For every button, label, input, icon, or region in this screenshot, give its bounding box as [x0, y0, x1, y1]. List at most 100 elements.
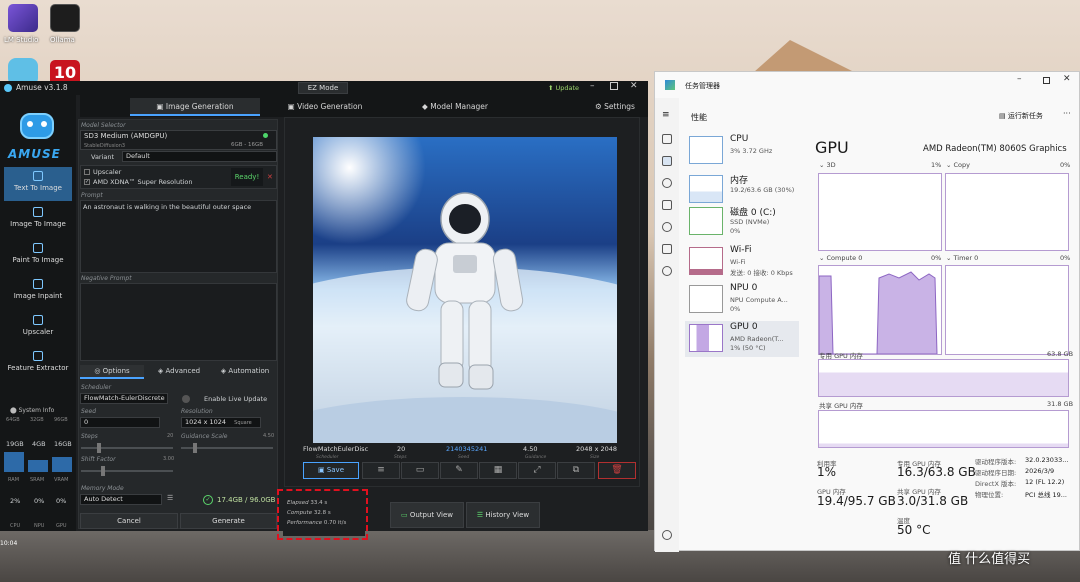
resource-memory[interactable]: 内存 19.2/63.6 GB (30%): [685, 172, 799, 208]
save-button[interactable]: ▣ Save: [303, 462, 359, 479]
ez-mode-button[interactable]: EZ Mode: [298, 82, 348, 94]
guidance-slider[interactable]: [181, 443, 273, 453]
settings-icon[interactable]: [662, 530, 672, 540]
variant-select[interactable]: Default: [122, 151, 277, 162]
maximize-button[interactable]: [610, 82, 618, 90]
tab-model-manager[interactable]: ◆ Model Manager: [390, 98, 520, 116]
prompt-input[interactable]: An astronaut is walking in the beautiful…: [80, 200, 277, 273]
run-new-task-button[interactable]: ▤ 运行新任务: [999, 111, 1043, 121]
performance-icon[interactable]: [662, 156, 672, 166]
result-size-label: Size: [590, 455, 600, 460]
model-selector[interactable]: SD3 Medium (AMDGPU) StableDiffusion3 6GB…: [80, 130, 277, 150]
copy-icon[interactable]: ⧉: [557, 462, 595, 479]
sidebar-item-upscaler[interactable]: Upscaler: [4, 311, 72, 345]
steps-slider[interactable]: [81, 443, 173, 453]
minimize-button[interactable]: –: [590, 81, 595, 91]
sidebar-item-feature-extractor[interactable]: Feature Extractor: [4, 347, 72, 381]
shared-mem-max: 31.8 GB: [1047, 400, 1074, 408]
sidebar-item-paint-to-image[interactable]: Paint To Image: [4, 239, 72, 273]
ollama-icon[interactable]: [50, 4, 80, 32]
processes-icon[interactable]: [662, 134, 672, 144]
edit-icon[interactable]: ✎: [440, 462, 478, 479]
tab-options[interactable]: ◎ Options: [80, 365, 144, 379]
upscaler-checkbox[interactable]: [84, 169, 90, 175]
startup-icon[interactable]: [662, 200, 672, 210]
film-icon[interactable]: ▦: [479, 462, 517, 479]
remove-upscaler-icon[interactable]: ✕: [267, 168, 273, 186]
gpu-usage: 0%: [56, 497, 67, 505]
negative-prompt-input[interactable]: [80, 283, 277, 361]
tab-automation[interactable]: ◈ Automation: [213, 365, 277, 379]
resource-npu[interactable]: NPU 0 NPU Compute A... 0%: [685, 282, 799, 318]
vram-usage: 17.4GB / 96.0GB: [217, 496, 276, 504]
result-seed[interactable]: 2140345241: [446, 445, 487, 453]
details-icon[interactable]: ≡: [362, 462, 400, 479]
graph-label-3d: ⌄ 3D: [819, 161, 836, 169]
lm-studio-icon[interactable]: [8, 4, 38, 32]
output-view-button[interactable]: ▭ Output View: [390, 502, 464, 528]
sidebar-item-image-inpaint[interactable]: Image Inpaint: [4, 275, 72, 309]
result-scheduler-label: Scheduler: [316, 455, 339, 460]
resource-gpu[interactable]: GPU 0 AMD Radeon(T... 1% (50 °C): [685, 321, 799, 357]
resource-disk[interactable]: 磁盘 0 (C:) SSD (NVMe) 0%: [685, 204, 799, 240]
sidebar-item-image-to-image[interactable]: Image To Image: [4, 203, 72, 237]
details-icon[interactable]: [662, 244, 672, 254]
more-options-icon[interactable]: ···: [1063, 109, 1071, 118]
resolution-select[interactable]: 1024 x 1024 Square: [181, 417, 261, 428]
close-button[interactable]: ✕: [1063, 74, 1071, 84]
live-update-toggle[interactable]: [182, 395, 190, 403]
update-link[interactable]: ⬆ Update: [548, 84, 579, 92]
settings-button[interactable]: ⚙ Settings: [585, 98, 645, 116]
delete-icon[interactable]: 🗑: [598, 462, 636, 479]
task-manager-window: 任务管理器 – ✕ ≡ 性能 ▤ 运行新任务 ··· CPU 3% 3.72 GH…: [654, 71, 1080, 552]
graph-3d: [818, 173, 942, 251]
users-icon[interactable]: [662, 222, 672, 232]
resolution-mode: Square: [234, 420, 252, 426]
result-steps-label: Steps: [394, 455, 407, 460]
dedicated-mem-max: 63.8 GB: [1047, 350, 1074, 358]
memory-thumb: [689, 175, 723, 203]
sidebar-item-text-to-image[interactable]: Text To Image: [4, 167, 72, 201]
xdna-checkbox[interactable]: ✓: [84, 179, 90, 185]
resource-cpu[interactable]: CPU 3% 3.72 GHz: [685, 133, 799, 169]
scheduler-select[interactable]: FlowMatch-EulerDiscrete: [80, 393, 168, 404]
shift-value: 3.00: [163, 456, 175, 462]
upscale-icon: [33, 315, 43, 325]
gpu-title: GPU: [815, 138, 849, 157]
memory-mode-select[interactable]: Auto Detect: [80, 494, 162, 505]
hamburger-icon[interactable]: ≡: [662, 110, 670, 120]
variant-label: Variant: [91, 153, 115, 161]
gpu-label: GPU: [56, 523, 67, 529]
resource-wifi[interactable]: Wi-Fi Wi-Fi 发送: 0 接收: 0 Kbps: [685, 244, 799, 280]
tab-image-generation[interactable]: ▣ Image Generation: [130, 98, 260, 116]
shift-slider[interactable]: [81, 466, 173, 476]
amuse-sidebar: AMUSE Text To Image Image To Image Paint…: [0, 95, 76, 531]
close-button[interactable]: ✕: [630, 81, 638, 91]
tab-video-generation[interactable]: ▣ Video Generation: [260, 98, 390, 116]
resource-name: CPU: [730, 134, 749, 144]
tab-label: Image Generation: [165, 102, 234, 111]
guidance-label: Guidance Scale: [181, 433, 228, 440]
maximize-button[interactable]: [1043, 77, 1050, 84]
live-update-label: Enable Live Update: [204, 395, 268, 403]
seed-input[interactable]: 0: [80, 417, 160, 428]
generate-button[interactable]: Generate: [180, 513, 277, 529]
services-icon[interactable]: [662, 266, 672, 276]
tab-advanced[interactable]: ◈ Advanced: [147, 365, 211, 379]
share-icon[interactable]: ⤢: [518, 462, 556, 479]
cpu-label: CPU: [10, 523, 21, 529]
history-view-button[interactable]: ☰ History View: [466, 502, 540, 528]
image-icon[interactable]: ▭: [401, 462, 439, 479]
guidance-value: 4.50: [263, 433, 275, 439]
minimize-button[interactable]: –: [1017, 74, 1022, 84]
window-title: Amuse v3.1.8: [16, 83, 68, 92]
resolution-value: 1024 x 1024: [185, 418, 227, 426]
tab-label: Automation: [228, 367, 270, 375]
cancel-button[interactable]: Cancel: [80, 513, 178, 529]
inpaint-icon: [33, 279, 43, 289]
history-icon[interactable]: [662, 178, 672, 188]
result-size: 2048 x 2048: [576, 445, 618, 453]
desktop-icon-label: LM Studio: [4, 36, 39, 44]
generated-image[interactable]: [313, 137, 617, 443]
memory-settings-icon[interactable]: ☰: [167, 494, 173, 502]
